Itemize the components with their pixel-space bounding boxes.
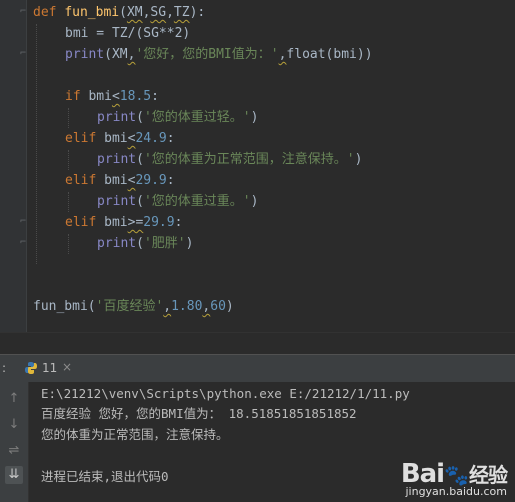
- colon: :: [166, 131, 175, 146]
- baidu-watermark: Bai🐾经验 jingyan.baidu.com: [401, 459, 508, 498]
- paren: (: [87, 299, 96, 314]
- indent-guide: [68, 108, 70, 128]
- run-tool-window-header: : 11 ×: [0, 354, 515, 384]
- console-command: E:\21212\venv\Scripts\python.exe E:/2121…: [41, 386, 410, 401]
- function-call: fun_bmi: [33, 299, 88, 314]
- args-open: (XM: [104, 47, 128, 62]
- paren: (: [136, 152, 144, 167]
- param-tz: TZ: [173, 5, 190, 20]
- code-line-print: print('您的体重过轻。'): [97, 107, 258, 128]
- console-exit-message: 进程已结束,退出代码0: [41, 469, 169, 484]
- code-line-elif: elif bmi<29.9:: [65, 170, 175, 191]
- param-xm: XM: [126, 5, 143, 20]
- variable: bmi: [80, 89, 112, 104]
- colon: :: [166, 173, 175, 188]
- keyword: elif: [65, 215, 97, 230]
- string-literal: '百度经验': [95, 299, 164, 314]
- run-tab-label[interactable]: 11: [42, 361, 57, 375]
- code-line-print: print('您的体重过重。'): [97, 191, 258, 212]
- keyword: elif: [65, 173, 97, 188]
- paren-close: ): [354, 152, 363, 167]
- builtin-print: print: [97, 152, 137, 167]
- number: 29.9: [135, 173, 167, 188]
- paren-close: ): [250, 194, 259, 209]
- operator: <: [111, 89, 120, 104]
- console-output-line: 百度经验 您好，您的BMI值为： 18.51851851851852: [41, 406, 357, 421]
- code-line-print: print('您的体重为正常范围，注意保持。'): [97, 149, 362, 170]
- up-arrow-icon[interactable]: ↑: [5, 390, 23, 408]
- args-rest: float(bmi)): [286, 47, 373, 62]
- code-line-print-bmi: print(XM,'您好，您的BMI值为：',float(bmi)): [65, 44, 373, 65]
- paren: (: [136, 110, 144, 125]
- indent-guide: [68, 150, 70, 170]
- variable: bmi: [96, 215, 128, 230]
- code-line-bmi: bmi = TZ/(SG**2): [65, 23, 190, 44]
- fold-marker-icon[interactable]: ⌐: [20, 49, 28, 59]
- builtin-print: print: [97, 236, 137, 251]
- string-literal: '肥胖': [143, 236, 186, 251]
- code-line-call: fun_bmi('百度经验',1.80,60): [33, 296, 234, 317]
- number: 18.5: [119, 89, 152, 104]
- string-literal: '您的体重过重。': [143, 194, 251, 209]
- keyword: def: [33, 5, 57, 20]
- paren-close: ): [225, 299, 234, 314]
- paren: (: [136, 194, 144, 209]
- number: 29.9: [143, 215, 175, 230]
- code-line-print: print('肥胖'): [97, 233, 193, 254]
- console-output-line: 您的体重为正常范围，注意保持。: [41, 427, 229, 442]
- soft-wrap-icon[interactable]: ⇌: [5, 442, 23, 460]
- fold-marker-icon[interactable]: ⌐: [20, 238, 28, 248]
- panel-divider[interactable]: [0, 332, 515, 355]
- paren: (: [136, 236, 144, 251]
- paren-close: ): [185, 236, 194, 251]
- string-literal: '您的体重为正常范围，注意保持。': [143, 152, 355, 167]
- editor-gutter: ⌐ ⌐ ⌐ ⌐: [0, 0, 27, 332]
- code-line-elif: elif bmi>=29.9:: [65, 212, 182, 233]
- param-sg: SG: [150, 5, 167, 20]
- builtin-print: print: [97, 110, 137, 125]
- string-literal: '您的体重过轻。': [143, 110, 251, 125]
- indent-guide: [36, 24, 38, 264]
- builtin-print: print: [65, 47, 105, 62]
- number: 24.9: [135, 131, 167, 146]
- keyword: elif: [65, 131, 97, 146]
- scroll-to-end-icon[interactable]: ⇊: [5, 466, 23, 484]
- close-icon[interactable]: ×: [62, 360, 72, 374]
- indent-guide: [68, 234, 70, 254]
- watermark-url: jingyan.baidu.com: [405, 485, 507, 498]
- python-icon: [25, 362, 37, 374]
- run-toolbar: ↑ ↓ ⇌ ⇊: [0, 382, 29, 502]
- number: 1.80: [171, 299, 203, 314]
- string-literal: '您好，您的BMI值为：': [135, 47, 279, 62]
- fold-marker-icon[interactable]: ⌐: [20, 217, 28, 227]
- number: 60: [210, 299, 226, 314]
- comma: ,: [166, 5, 174, 20]
- code-editor[interactable]: ⌐ ⌐ ⌐ ⌐ def fun_bmi(XM,SG,TZ): bmi = TZ/…: [0, 0, 515, 332]
- keyword: if: [65, 89, 81, 104]
- down-arrow-icon[interactable]: ↓: [5, 416, 23, 434]
- comma: ,: [163, 299, 172, 314]
- paw-icon: 🐾: [444, 463, 469, 487]
- variable: bmi: [96, 131, 128, 146]
- variable: bmi: [96, 173, 128, 188]
- paren-close: ):: [189, 5, 206, 20]
- watermark-brand-2: 经验: [469, 463, 508, 487]
- fold-marker-icon[interactable]: ⌐: [20, 7, 28, 17]
- paren-close: ): [250, 110, 259, 125]
- builtin-print: print: [97, 194, 137, 209]
- code-line-def: def fun_bmi(XM,SG,TZ):: [33, 2, 205, 23]
- paren: (: [119, 5, 127, 20]
- code-line-if: if bmi<18.5:: [65, 86, 159, 107]
- run-label: :: [2, 361, 7, 375]
- colon: :: [174, 215, 183, 230]
- indent-guide: [68, 192, 70, 212]
- operator: >=: [127, 215, 144, 230]
- statement-text: bmi = TZ/(SG**2): [65, 26, 191, 41]
- code-line-elif: elif bmi<24.9:: [65, 128, 175, 149]
- function-name: fun_bmi: [64, 5, 120, 20]
- colon: :: [151, 89, 159, 104]
